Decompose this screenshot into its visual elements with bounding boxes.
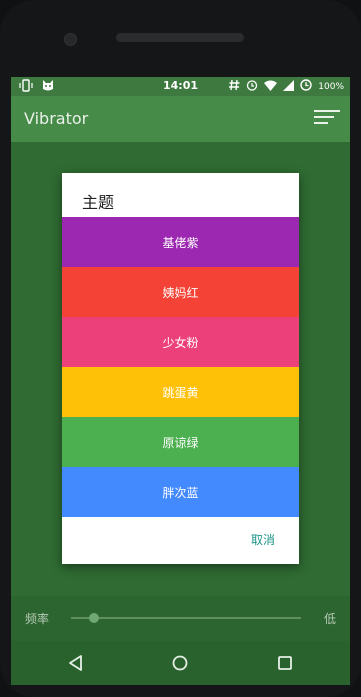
battery-icon xyxy=(300,79,312,94)
app-bar: Vibrator xyxy=(11,96,350,142)
frequency-slider-track[interactable] xyxy=(71,617,301,619)
frequency-control: 频率 低 xyxy=(11,596,350,641)
hash-icon xyxy=(229,79,240,94)
theme-option-yellow[interactable]: 跳蛋黄 xyxy=(62,367,299,417)
theme-option-label: 基佬紫 xyxy=(162,235,199,250)
status-bar: 14:01 100% xyxy=(11,77,350,96)
frequency-value: 低 xyxy=(323,612,336,626)
home-icon[interactable] xyxy=(169,652,191,674)
theme-option-label: 原谅绿 xyxy=(162,435,199,450)
theme-option-blue[interactable]: 胖次蓝 xyxy=(62,467,299,517)
theme-option-green[interactable]: 原谅绿 xyxy=(62,417,299,467)
phone-frame: 14:01 100% Vibrator 频率 低 主题 基佬紫 姨妈红 少女粉 … xyxy=(0,0,361,697)
signal-icon xyxy=(283,79,295,94)
screen: 14:01 100% Vibrator 频率 低 主题 基佬紫 姨妈红 少女粉 … xyxy=(11,77,350,685)
theme-option-purple[interactable]: 基佬紫 xyxy=(62,217,299,267)
wifi-icon xyxy=(264,80,278,94)
theme-option-label: 姨妈红 xyxy=(162,285,199,300)
frequency-label: 频率 xyxy=(25,612,50,626)
frequency-slider-thumb[interactable] xyxy=(89,613,99,623)
recents-icon[interactable] xyxy=(274,652,296,674)
theme-option-label: 跳蛋黄 xyxy=(162,385,199,400)
status-right-icons: 100% xyxy=(229,79,344,94)
navigation-bar xyxy=(11,641,350,685)
theme-list: 基佬紫 姨妈红 少女粉 跳蛋黄 原谅绿 胖次蓝 xyxy=(62,217,299,517)
theme-option-label: 胖次蓝 xyxy=(162,485,199,500)
alarm-icon xyxy=(246,79,258,94)
earpiece-speaker xyxy=(116,33,244,42)
back-icon[interactable] xyxy=(65,652,87,674)
dialog-title: 主题 xyxy=(82,193,115,212)
sort-menu-icon[interactable] xyxy=(314,110,340,130)
theme-option-label: 少女粉 xyxy=(162,335,199,350)
app-title: Vibrator xyxy=(24,109,89,128)
theme-option-pink[interactable]: 少女粉 xyxy=(62,317,299,367)
battery-percent: 100% xyxy=(318,81,344,92)
cancel-button[interactable]: 取消 xyxy=(251,531,275,548)
theme-dialog: 主题 基佬紫 姨妈红 少女粉 跳蛋黄 原谅绿 胖次蓝 取消 xyxy=(62,173,299,564)
theme-option-red[interactable]: 姨妈红 xyxy=(62,267,299,317)
front-camera xyxy=(64,33,77,46)
